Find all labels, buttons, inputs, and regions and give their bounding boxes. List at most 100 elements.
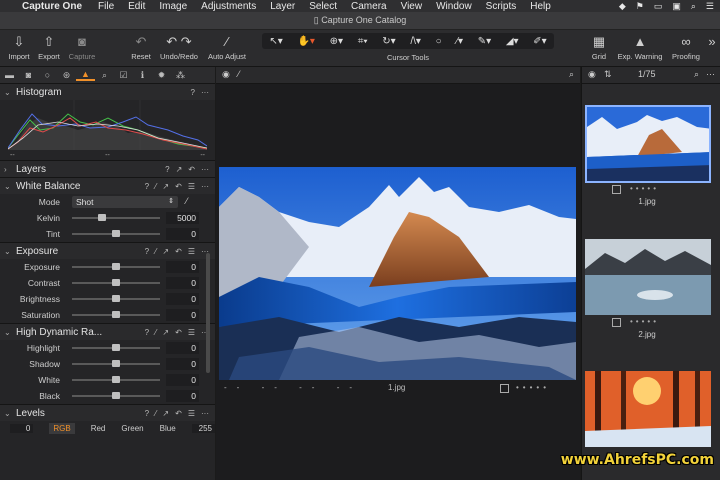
reset-icon[interactable]: ↶ [175,247,182,256]
levels-channel-rgb[interactable]: RGB [49,422,75,434]
levels-header[interactable]: ⌄ Levels ? ⁄ ↗ ↶ ☰ ··· [0,405,215,421]
brightness-slider[interactable] [72,295,160,302]
thumbnail-2-checkbox[interactable] [612,318,621,327]
histogram-header[interactable]: ⌄ Histogram ? ··· [0,84,215,100]
black-slider-knob[interactable] [112,392,120,399]
hdr-header[interactable]: ⌄ High Dynamic Ra... ? ⁄ ↗ ↶ ☰ ··· [0,324,215,340]
picker-icon[interactable]: ⁄ [238,69,240,79]
menu-file[interactable]: File [98,1,114,12]
menu-select[interactable]: Select [309,1,337,12]
picker-icon[interactable]: ⁄ [155,182,156,191]
help-icon[interactable]: ? [165,165,169,174]
black-value[interactable]: 0 [166,390,199,402]
exposure-slider[interactable] [72,263,160,270]
copy-apply-icon[interactable]: ↗ [176,165,183,174]
thumbnail-1-checkbox[interactable] [612,185,621,194]
reset-button[interactable]: ↶ Reset [128,32,154,61]
saturation-value[interactable]: 0 [166,309,199,321]
highlight-slider-knob[interactable] [112,344,120,351]
more-icon[interactable]: ··· [201,165,209,174]
copy-apply-icon[interactable]: ↗ [162,409,169,418]
fill-icon[interactable]: ◢▾ [506,36,519,47]
rotate-icon[interactable]: ↻▾ [382,36,395,47]
shadow-value[interactable]: 0 [166,358,199,370]
toolbar-overflow-button[interactable]: » [706,32,718,52]
thumbnail-2[interactable] [585,239,711,315]
loupe-icon[interactable]: ⊕▾ [330,36,343,47]
batch-tab-icon[interactable]: ⁂ [171,70,190,81]
picker-icon[interactable]: ⁄ [155,328,156,337]
display-icon[interactable]: ▭ [654,1,663,12]
more-icon[interactable]: ··· [201,409,209,418]
wb-picker-icon[interactable]: ⁄ [186,196,188,206]
menu-view[interactable]: View [401,1,423,12]
picker-icon[interactable]: ⁄▾ [456,36,463,47]
sort-icon[interactable]: ⇅ [604,69,612,80]
viewer-rating-dots[interactable]: ••••• [516,383,550,392]
eye-icon[interactable]: ◉ [588,69,596,80]
thumbnail-1-rating[interactable]: ••••• [630,184,659,193]
presets-icon[interactable]: ☰ [188,247,195,256]
highlight-value[interactable]: 0 [166,342,199,354]
more-icon[interactable]: ··· [706,69,715,79]
saturation-slider-knob[interactable] [112,311,120,318]
copy-apply-icon[interactable]: ↗ [162,182,169,191]
spot-icon[interactable]: ○ [436,36,442,47]
output-tab-icon[interactable]: ✹ [152,70,171,81]
exposure-slider-knob[interactable] [112,263,120,270]
grid-button[interactable]: ▦ Grid [586,32,612,61]
highlight-slider[interactable] [72,344,160,351]
adjustments-tab-icon[interactable]: ☑ [114,70,133,81]
thumbnail-2-rating[interactable]: ••••• [630,317,659,326]
copy-apply-icon[interactable]: ↗ [162,328,169,337]
menu-image[interactable]: Image [159,1,187,12]
thumbnail-3[interactable] [585,371,711,447]
picker-icon[interactable]: ⁄ [155,409,156,418]
crop-icon[interactable]: ⌗▾ [358,36,368,47]
main-photo[interactable] [219,167,576,380]
help-icon[interactable]: ? [145,409,149,418]
menu-adjustments[interactable]: Adjustments [201,1,256,12]
notification-icon[interactable]: ◆ [619,1,626,12]
import-button[interactable]: ⇩ Import [5,32,33,61]
reset-icon[interactable]: ↶ [175,328,182,337]
contrast-value[interactable]: 0 [166,277,199,289]
white-balance-header[interactable]: ⌄ White Balance ? ⁄ ↗ ↶ ☰ ··· [0,178,215,194]
reset-icon[interactable]: ↶ [188,165,195,174]
kelvin-value[interactable]: 5000 [166,212,199,224]
keystone-icon[interactable]: /\▾ [410,36,421,47]
color-tab-icon[interactable]: ⊛ [57,70,76,81]
levels-channel-blue[interactable]: Blue [160,424,176,433]
tint-slider-knob[interactable] [112,230,120,237]
undo-redo-button[interactable]: ↶ ↷ Undo/Redo [156,32,202,61]
menu-layer[interactable]: Layer [270,1,295,12]
reset-icon[interactable]: ↶ [175,409,182,418]
help-icon[interactable]: ? [145,328,149,337]
exposure-value[interactable]: 0 [166,261,199,273]
white-slider[interactable] [72,376,160,383]
list-icon[interactable]: ☰ [706,1,714,12]
contrast-slider-knob[interactable] [112,279,120,286]
menu-edit[interactable]: Edit [128,1,145,12]
export-button[interactable]: ⇧ Export [35,32,63,61]
more-icon[interactable]: ··· [201,88,209,97]
levels-channel-green[interactable]: Green [121,424,143,433]
library-tab-icon[interactable]: ▬ [0,70,19,80]
menu-help[interactable]: Help [530,1,551,12]
exposure-tab-icon[interactable]: ▲ [76,69,95,81]
flag-icon[interactable]: ⚑ [636,1,644,12]
lens-tab-icon[interactable]: ○ [38,70,57,80]
exposure-warning-button[interactable]: ▲ Exp. Warning [614,32,666,61]
capture-button[interactable]: ◙ Capture [65,32,99,61]
annotate-icon[interactable]: ✐▾ [533,36,546,47]
contrast-slider[interactable] [72,279,160,286]
picker-icon[interactable]: ⁄ [155,247,156,256]
zoom-icon[interactable]: ⌕ [569,69,574,80]
menu-camera[interactable]: Camera [351,1,387,12]
shadow-slider-knob[interactable] [112,360,120,367]
tint-slider[interactable] [72,230,160,237]
exposure-header[interactable]: ⌄ Exposure ? ⁄ ↗ ↶ ☰ ··· [0,243,215,259]
white-slider-knob[interactable] [112,376,120,383]
metadata-tab-icon[interactable]: ℹ [133,70,152,81]
brightness-slider-knob[interactable] [112,295,120,302]
